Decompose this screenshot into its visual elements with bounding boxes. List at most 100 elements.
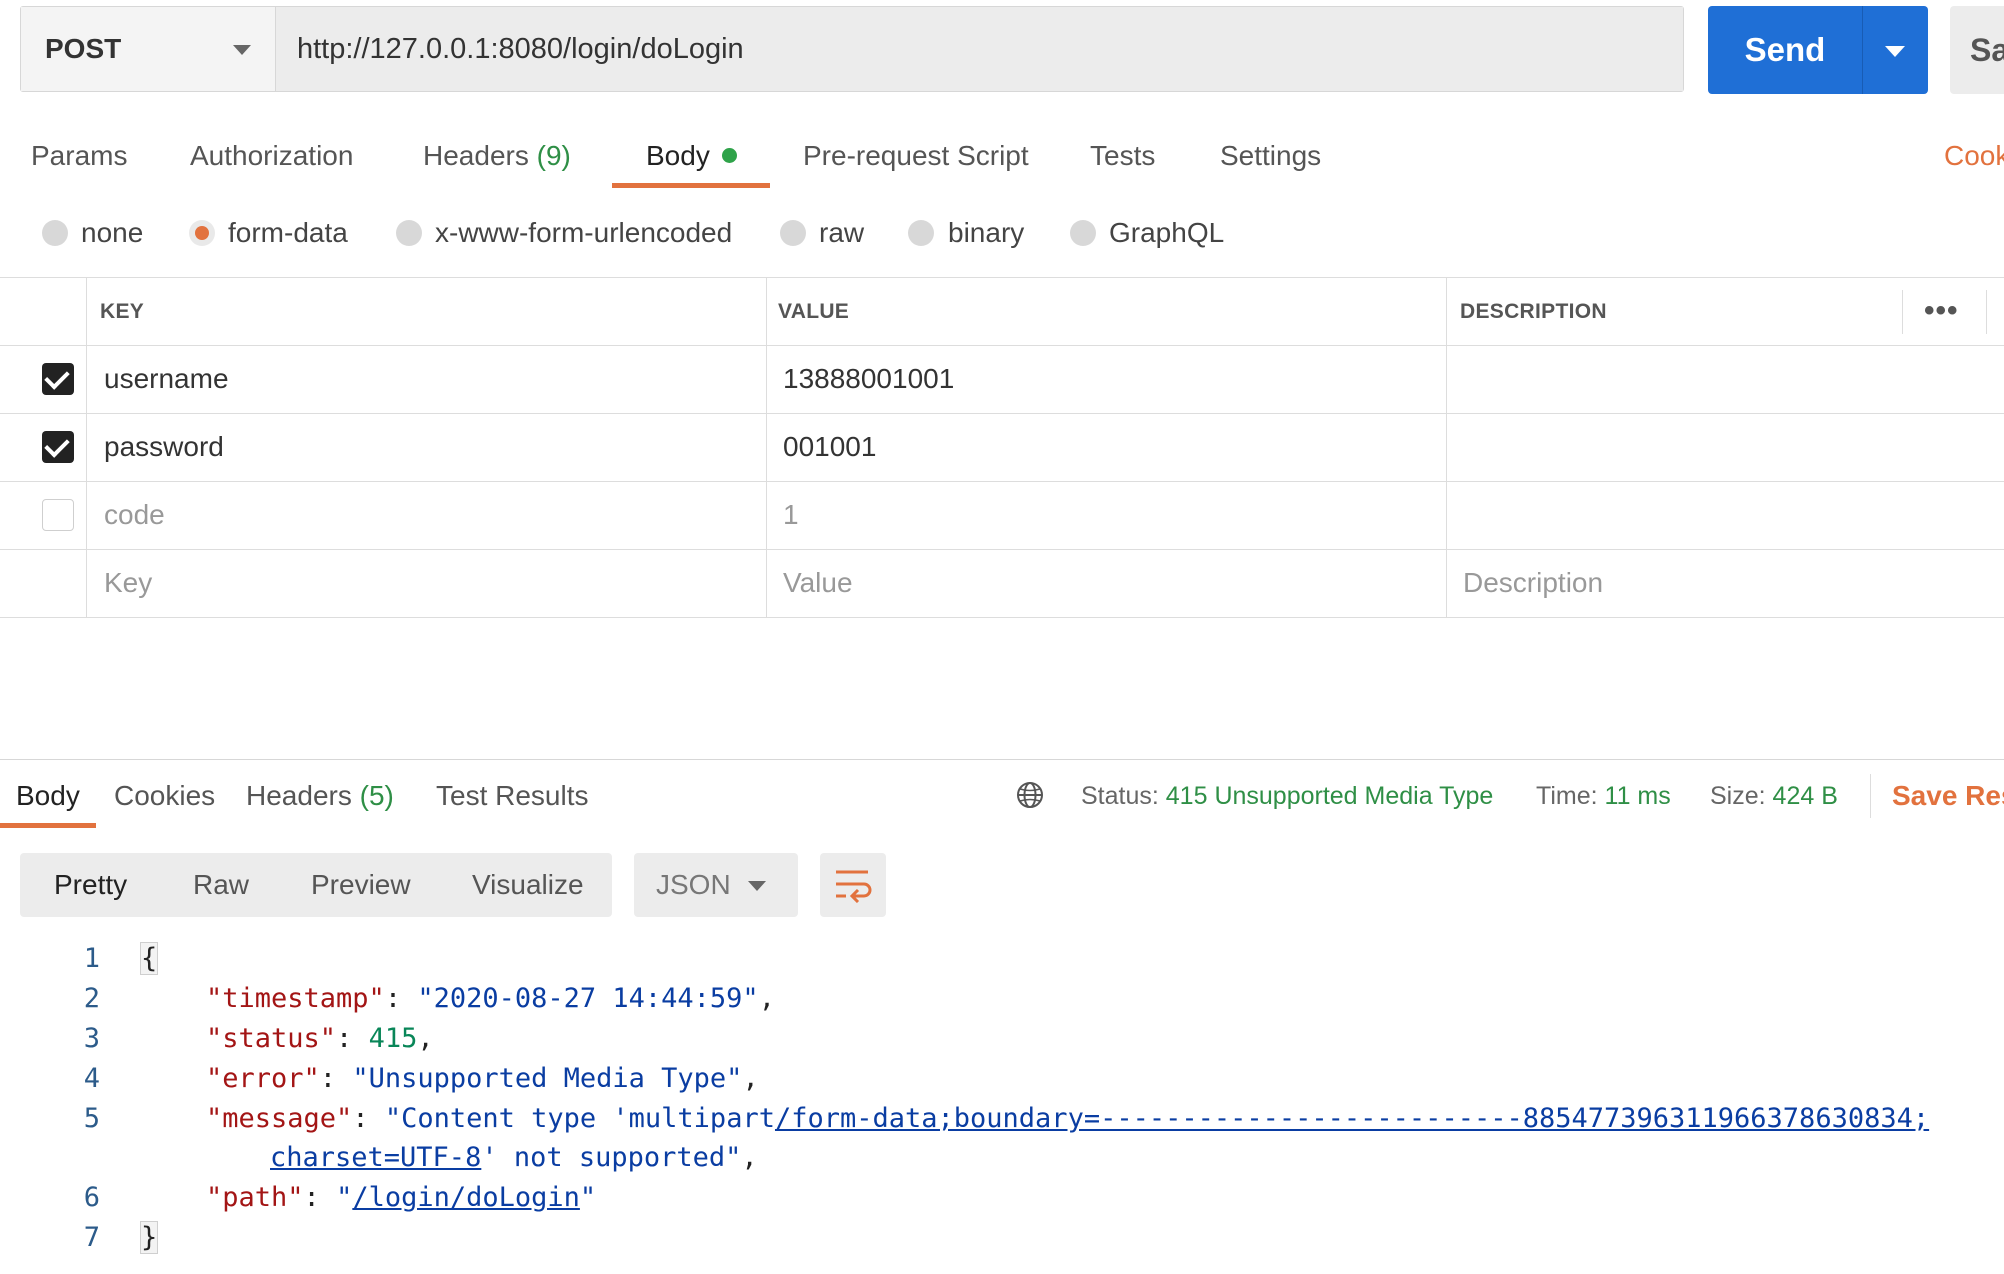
- new-description-input[interactable]: Description: [1463, 563, 1603, 603]
- column-header-description: DESCRIPTION: [1460, 300, 1607, 323]
- size-label: Size:: [1710, 782, 1766, 810]
- response-divider: [0, 759, 2004, 760]
- body-active-dot-icon: [721, 148, 737, 163]
- row-key[interactable]: password: [104, 427, 224, 467]
- row-checkbox[interactable]: [42, 499, 74, 531]
- chevron-down-icon: [748, 881, 766, 891]
- time-value: 11 ms: [1604, 782, 1671, 810]
- radio-binary[interactable]: [908, 220, 934, 246]
- response-tab-body[interactable]: Body: [16, 776, 80, 816]
- tab-params[interactable]: Params: [31, 136, 127, 176]
- chevron-down-icon: [1885, 46, 1905, 57]
- tab-body[interactable]: Body: [646, 136, 737, 176]
- row-key[interactable]: username: [104, 359, 229, 399]
- json-string: "Unsupported Media Type": [352, 1063, 743, 1094]
- json-open-brace: {: [140, 942, 159, 975]
- json-link[interactable]: /login/doLogin: [352, 1182, 580, 1213]
- active-tab-underline: [612, 183, 770, 188]
- url-input[interactable]: [277, 7, 1683, 91]
- row-checkbox[interactable]: [42, 431, 74, 463]
- meta-separator: [1870, 774, 1871, 818]
- row-checkbox[interactable]: [42, 363, 74, 395]
- json-string: "Content type 'multipart: [384, 1103, 775, 1134]
- radio-label-raw[interactable]: raw: [819, 213, 864, 253]
- table-border: [0, 277, 2004, 278]
- tab-headers-label: Headers: [423, 140, 529, 171]
- json-link[interactable]: /form-data;boundary=--------------------…: [775, 1103, 1929, 1134]
- response-tab-test-results[interactable]: Test Results: [436, 776, 589, 816]
- new-value-input[interactable]: Value: [783, 563, 853, 603]
- code-line: }: [140, 1218, 159, 1258]
- radio-none[interactable]: [42, 220, 68, 246]
- view-pretty-button[interactable]: Pretty: [54, 853, 127, 917]
- tab-body-label: Body: [646, 140, 710, 171]
- table-divider: [1446, 277, 1447, 617]
- table-border: [0, 481, 2004, 482]
- line-number: 7: [83, 1222, 100, 1253]
- tab-prerequest-script[interactable]: Pre-request Script: [803, 136, 1029, 176]
- status-label: Status:: [1081, 782, 1159, 810]
- json-quote: ": [336, 1182, 353, 1213]
- code-line: "path": "/login/doLogin": [206, 1182, 597, 1213]
- code-line: {: [140, 939, 159, 979]
- radio-label-form-data[interactable]: form-data: [228, 213, 348, 253]
- json-key: "error": [206, 1063, 320, 1094]
- row-value[interactable]: 1: [783, 495, 799, 535]
- view-preview-button[interactable]: Preview: [311, 853, 411, 917]
- row-value[interactable]: 001001: [783, 427, 876, 467]
- send-button-group: Send: [1708, 6, 1928, 94]
- json-key: "path": [206, 1182, 304, 1213]
- line-number: 1: [83, 943, 100, 974]
- radio-graphql[interactable]: [1070, 220, 1096, 246]
- view-visualize-button[interactable]: Visualize: [472, 853, 584, 917]
- more-options-icon[interactable]: •••: [1924, 293, 1959, 329]
- response-status: Status: 415 Unsupported Media Type: [1081, 776, 1493, 816]
- chevron-down-icon: [233, 45, 251, 55]
- response-tab-headers-count: (5): [359, 780, 394, 811]
- send-button[interactable]: Send: [1708, 6, 1862, 94]
- table-border: [0, 617, 2004, 618]
- size-value: 424 B: [1772, 782, 1838, 810]
- request-url-bar: POST: [20, 6, 1684, 92]
- tab-settings[interactable]: Settings: [1220, 136, 1321, 176]
- save-response-button[interactable]: Save Res: [1892, 776, 2004, 816]
- method-select[interactable]: POST: [21, 7, 276, 91]
- line-number: 4: [83, 1063, 100, 1094]
- table-divider: [766, 277, 767, 617]
- wrap-lines-button[interactable]: [820, 853, 886, 917]
- tab-headers[interactable]: Headers (9): [423, 136, 571, 176]
- globe-icon[interactable]: [1016, 781, 1044, 809]
- format-select[interactable]: JSON: [634, 853, 798, 917]
- radio-label-x-www-form-urlencoded[interactable]: x-www-form-urlencoded: [435, 213, 732, 253]
- tab-authorization[interactable]: Authorization: [190, 136, 353, 176]
- json-string: "2020-08-27 14:44:59": [417, 983, 759, 1014]
- cookies-link[interactable]: Cook: [1944, 136, 2004, 176]
- row-key[interactable]: code: [104, 495, 165, 535]
- time-label: Time:: [1536, 782, 1598, 810]
- new-key-input[interactable]: Key: [104, 563, 152, 603]
- tab-tests[interactable]: Tests: [1090, 136, 1155, 176]
- radio-label-binary[interactable]: binary: [948, 213, 1024, 253]
- table-border: [0, 345, 2004, 346]
- response-tab-headers[interactable]: Headers (5): [246, 776, 394, 816]
- save-button[interactable]: Sa: [1950, 6, 2004, 94]
- view-raw-button[interactable]: Raw: [193, 853, 249, 917]
- response-time: Time: 11 ms: [1536, 776, 1671, 816]
- json-link[interactable]: charset=UTF-8: [270, 1142, 481, 1173]
- table-divider: [1902, 290, 1903, 334]
- wrap-lines-icon: [836, 870, 872, 903]
- radio-label-none[interactable]: none: [81, 213, 143, 253]
- radio-label-graphql[interactable]: GraphQL: [1109, 213, 1224, 253]
- code-line: "status": 415,: [206, 1023, 434, 1054]
- response-tab-cookies[interactable]: Cookies: [114, 776, 215, 816]
- row-value[interactable]: 13888001001: [783, 359, 954, 399]
- radio-form-data[interactable]: [189, 220, 215, 246]
- table-border: [0, 413, 2004, 414]
- code-line: charset=UTF-8' not supported",: [270, 1142, 758, 1173]
- radio-raw[interactable]: [780, 220, 806, 246]
- send-options-button[interactable]: [1862, 6, 1928, 94]
- column-header-key: KEY: [100, 300, 145, 323]
- json-quote: ": [579, 1182, 597, 1213]
- json-close-brace: }: [140, 1221, 159, 1254]
- radio-x-www-form-urlencoded[interactable]: [396, 220, 422, 246]
